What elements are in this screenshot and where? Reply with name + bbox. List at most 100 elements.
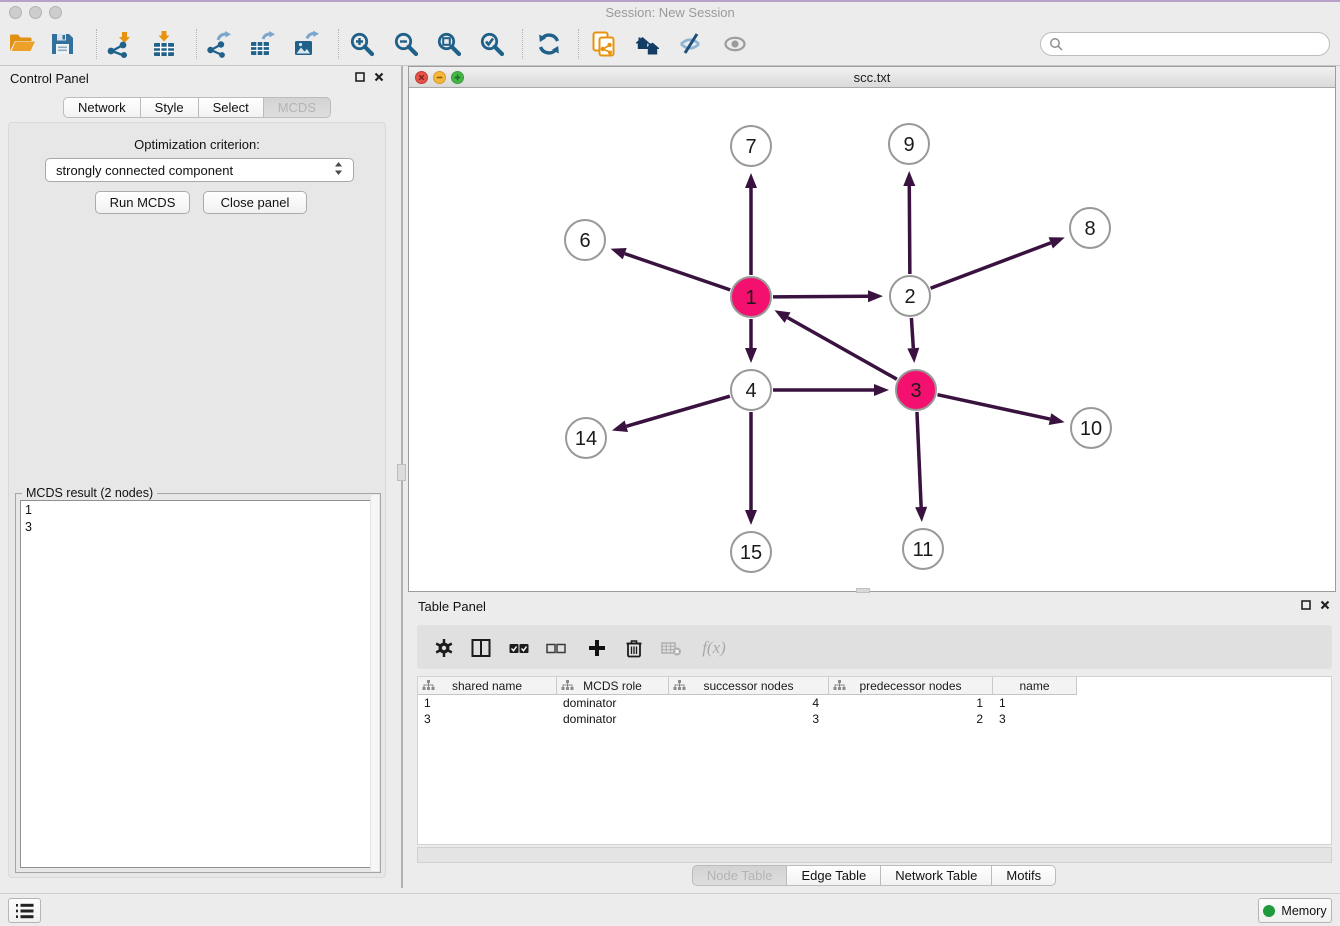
tab-mcds[interactable]: MCDS <box>264 97 331 118</box>
graph-node-4[interactable]: 4 <box>731 370 771 410</box>
table-tab-network-table[interactable]: Network Table <box>881 865 992 886</box>
close-panel-icon[interactable] <box>374 72 384 82</box>
graph-node-9[interactable]: 9 <box>889 124 929 164</box>
graph-edge-1-2[interactable] <box>773 290 883 302</box>
table-cell[interactable]: 3 <box>993 711 1077 727</box>
toolbar-divider <box>96 29 97 59</box>
graph-edge-1-4[interactable] <box>745 319 757 363</box>
table-cell[interactable]: 1 <box>993 695 1077 711</box>
table-tab-edge-table[interactable]: Edge Table <box>787 865 881 886</box>
session-title: Session: New Session <box>0 5 1340 20</box>
graph-edge-4-15[interactable] <box>745 412 757 525</box>
status-bar: Memory <box>0 893 1340 926</box>
table-cell[interactable]: dominator <box>557 711 669 727</box>
table-tab-node-table[interactable]: Node Table <box>692 865 788 886</box>
graph-edge-3-10[interactable] <box>937 395 1064 425</box>
import-network-icon[interactable] <box>102 28 134 60</box>
graph-edge-3-1[interactable] <box>775 310 897 379</box>
search-icon <box>1049 37 1063 51</box>
zoom-selected-icon[interactable] <box>476 28 508 60</box>
export-network-icon[interactable] <box>202 28 234 60</box>
graph-node-3[interactable]: 3 <box>896 370 936 410</box>
table-cell[interactable]: 4 <box>669 695 829 711</box>
float-table-panel-icon[interactable] <box>1301 600 1311 610</box>
graph-edge-4-3[interactable] <box>773 384 889 396</box>
zoom-out-icon[interactable] <box>390 28 422 60</box>
select-all-columns-icon[interactable] <box>507 636 531 660</box>
refresh-layout-icon[interactable] <box>533 28 565 60</box>
graph-node-11[interactable]: 11 <box>903 529 943 569</box>
column-header-shared-name[interactable]: shared name <box>418 677 557 695</box>
network-graph-canvas[interactable]: 1 2 3 4 6 7 8 9 10 11 14 15 <box>409 88 1335 591</box>
run-mcds-button[interactable]: Run MCDS <box>95 191 190 214</box>
graph-node-1[interactable]: 1 <box>731 277 771 317</box>
task-history-button[interactable] <box>8 898 41 923</box>
import-table-icon[interactable] <box>148 28 180 60</box>
graph-node-2[interactable]: 2 <box>890 276 930 316</box>
save-session-icon[interactable] <box>46 28 78 60</box>
graph-edge-1-6[interactable] <box>611 248 731 290</box>
table-cell[interactable]: dominator <box>557 695 669 711</box>
graph-edge-2-8[interactable] <box>931 237 1065 288</box>
network-window-titlebar[interactable]: scc.txt <box>409 67 1335 88</box>
float-panel-icon[interactable] <box>355 72 365 82</box>
graph-edge-1-7[interactable] <box>745 173 757 275</box>
table-cell[interactable]: 1 <box>418 695 557 711</box>
zoom-in-icon[interactable] <box>346 28 378 60</box>
list-icon <box>13 900 37 922</box>
graph-node-8[interactable]: 8 <box>1070 208 1110 248</box>
table-cell[interactable]: 2 <box>829 711 993 727</box>
show-all-icon <box>720 28 752 60</box>
graph-node-15[interactable]: 15 <box>731 532 771 572</box>
graph-node-10[interactable]: 10 <box>1071 408 1111 448</box>
tab-select[interactable]: Select <box>199 97 264 118</box>
table-footer-strip <box>417 847 1332 863</box>
export-table-icon[interactable] <box>246 28 278 60</box>
svg-text:10: 10 <box>1080 418 1102 440</box>
deselect-all-columns-icon[interactable] <box>544 636 568 660</box>
tab-network[interactable]: Network <box>63 97 141 118</box>
table-cell[interactable]: 3 <box>418 711 557 727</box>
vertical-splitter-handle[interactable] <box>397 464 406 481</box>
graph-edge-3-11[interactable] <box>915 412 927 522</box>
graph-node-14[interactable]: 14 <box>566 418 606 458</box>
close-table-panel-icon[interactable] <box>1320 600 1330 610</box>
hide-selected-icon[interactable] <box>676 28 708 60</box>
control-panel: Control Panel NetworkStyleSelectMCDS Opt… <box>0 66 394 888</box>
first-neighbors-icon[interactable] <box>632 28 664 60</box>
settings-gear-icon[interactable] <box>432 636 456 660</box>
column-header-successor-nodes[interactable]: successor nodes <box>669 677 829 695</box>
svg-text:8: 8 <box>1084 218 1095 240</box>
memory-button[interactable]: Memory <box>1258 898 1332 923</box>
tab-style[interactable]: Style <box>141 97 199 118</box>
table-row: 3dominator323 <box>418 711 1331 727</box>
table-tab-motifs[interactable]: Motifs <box>992 865 1056 886</box>
zoom-fit-icon[interactable] <box>433 28 465 60</box>
svg-text:15: 15 <box>740 542 762 564</box>
hierarchy-icon <box>422 680 435 695</box>
horizontal-splitter-handle[interactable] <box>856 588 870 593</box>
hierarchy-icon <box>833 680 846 695</box>
export-image-icon[interactable] <box>290 28 322 60</box>
graph-edge-2-3[interactable] <box>907 318 919 363</box>
open-session-icon[interactable] <box>6 28 38 60</box>
graph-node-6[interactable]: 6 <box>565 220 605 260</box>
clone-network-icon[interactable] <box>588 28 620 60</box>
add-column-icon[interactable] <box>585 636 609 660</box>
graph-edge-4-14[interactable] <box>612 396 730 432</box>
search-input[interactable] <box>1068 37 1329 51</box>
split-view-icon[interactable] <box>469 636 493 660</box>
delete-column-icon[interactable] <box>622 636 646 660</box>
search-box[interactable] <box>1040 32 1330 56</box>
table-cell[interactable]: 1 <box>829 695 993 711</box>
graph-edge-2-9[interactable] <box>903 171 915 274</box>
result-scrollbar[interactable] <box>370 495 379 871</box>
table-cell[interactable]: 3 <box>669 711 829 727</box>
criterion-select[interactable]: strongly connected component <box>45 158 354 182</box>
close-panel-button[interactable]: Close panel <box>203 191 307 214</box>
column-header-name[interactable]: name <box>993 677 1077 695</box>
column-header-mcds-role[interactable]: MCDS role <box>557 677 669 695</box>
column-header-predecessor-nodes[interactable]: predecessor nodes <box>829 677 993 695</box>
graph-node-7[interactable]: 7 <box>731 126 771 166</box>
mcds-result-text[interactable]: 1 3 <box>20 500 376 868</box>
